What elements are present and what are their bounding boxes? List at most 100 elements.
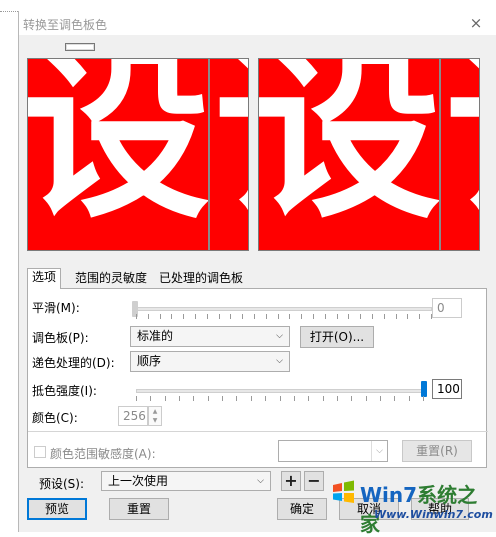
- smoothing-slider-track[interactable]: [136, 307, 432, 311]
- slider-tick: [351, 396, 352, 401]
- slider-tick: [360, 314, 361, 319]
- slider-tick: [208, 396, 209, 401]
- smoothing-label: 平滑(M):: [32, 301, 80, 315]
- slider-tick: [384, 314, 385, 319]
- slider-tick: [195, 314, 196, 319]
- dithering-selected-value: 顺序: [137, 354, 162, 368]
- dither-strength-label: 抵色强度(I):: [32, 384, 97, 398]
- dither-strength-slider-thumb[interactable]: [421, 381, 427, 397]
- titlebar: 转换至调色板色 ×: [19, 11, 496, 35]
- options-panel: 平滑(M): 0 调色板(P): 标准的 ⌵ 打开(O)... 递色处理的(D)…: [27, 288, 488, 468]
- slider-tick: [171, 314, 172, 319]
- slider-tick: [160, 314, 161, 319]
- smoothing-slider-ticks: [136, 314, 432, 320]
- slider-tick: [278, 314, 279, 319]
- preview-glyph-partial: 记: [214, 59, 248, 229]
- slider-tick: [323, 396, 324, 401]
- tab-strip: 选项 范围的灵敏度 已处理的调色板: [27, 268, 487, 289]
- slider-tick: [242, 314, 243, 319]
- close-icon[interactable]: ×: [467, 14, 485, 32]
- slider-tick: [419, 314, 420, 319]
- preview-glyph: 设: [27, 58, 210, 244]
- slider-tick: [348, 314, 349, 319]
- palette-selected-value: 标准的: [137, 329, 174, 343]
- slider-tick: [325, 314, 326, 319]
- slider-tick: [308, 396, 309, 401]
- reset-button[interactable]: 重置: [109, 498, 169, 520]
- colors-value-field[interactable]: 256: [118, 406, 148, 426]
- slider-tick: [183, 314, 184, 319]
- slider-tick: [179, 396, 180, 401]
- remove-preset-button[interactable]: −: [304, 471, 324, 491]
- preview-original[interactable]: 设 记: [27, 58, 249, 251]
- slider-tick: [222, 396, 223, 401]
- add-preset-button[interactable]: +: [281, 471, 301, 491]
- slider-tick: [148, 314, 149, 319]
- preview-button[interactable]: 预览: [27, 498, 87, 520]
- preset-label: 预设(S):: [39, 477, 85, 491]
- slider-tick: [407, 314, 408, 319]
- tab-range-sensitivity[interactable]: 范围的灵敏度: [71, 270, 151, 288]
- slider-tick: [254, 314, 255, 319]
- color-range-reset-button[interactable]: 重置(R): [402, 440, 472, 462]
- slider-tick: [423, 396, 424, 401]
- slider-tick: [366, 396, 367, 401]
- preview-divider: [439, 59, 441, 250]
- preset-select[interactable]: 上一次使用 ⌵: [101, 471, 271, 491]
- dithering-label: 递色处理的(D):: [32, 356, 115, 370]
- dither-strength-slider-ticks: [136, 396, 424, 402]
- slider-tick: [136, 396, 137, 401]
- color-range-swatch[interactable]: ⌵: [278, 440, 388, 462]
- preset-selected-value: 上一次使用: [108, 474, 169, 488]
- preview-result[interactable]: 设 记: [258, 58, 480, 251]
- slider-tick: [165, 396, 166, 401]
- options-separator: [28, 431, 488, 432]
- palette-select[interactable]: 标准的 ⌵: [130, 326, 290, 347]
- smoothing-value-field[interactable]: 0: [432, 298, 462, 318]
- slider-tick: [251, 396, 252, 401]
- tab-options[interactable]: 选项: [27, 268, 62, 289]
- slider-tick: [337, 396, 338, 401]
- tab-processed-palette[interactable]: 已处理的调色板: [155, 270, 247, 288]
- open-palette-button[interactable]: 打开(O)...: [300, 326, 374, 348]
- preview-pan-handle[interactable]: [65, 43, 95, 51]
- slider-tick: [230, 314, 231, 319]
- slider-tick: [266, 314, 267, 319]
- slider-tick: [136, 314, 137, 319]
- slider-tick: [193, 396, 194, 401]
- color-range-checkbox[interactable]: [34, 446, 46, 458]
- slider-tick: [265, 396, 266, 401]
- palette-label: 调色板(P):: [32, 331, 89, 345]
- slider-tick: [150, 396, 151, 401]
- slider-tick: [294, 396, 295, 401]
- preview-glyph-partial: 记: [445, 59, 479, 229]
- chevron-down-icon: ⌵: [371, 441, 387, 461]
- slider-tick: [396, 314, 397, 319]
- dither-strength-slider-track[interactable]: [136, 389, 426, 393]
- colors-spinner[interactable]: ▲ ▼: [148, 406, 162, 426]
- chevron-down-icon: ⌵: [257, 476, 264, 486]
- slider-tick: [280, 396, 281, 401]
- chevron-down-icon: ⌵: [276, 331, 283, 341]
- dialog-title: 转换至调色板色: [23, 18, 108, 32]
- colors-label: 颜色(C):: [32, 411, 78, 425]
- slider-tick: [236, 396, 237, 401]
- slider-tick: [313, 314, 314, 319]
- slider-tick: [394, 396, 395, 401]
- convert-palette-dialog: 转换至调色板色 × 设 记 设 记 选项 范围的灵敏度 已处理的调色板 平滑(M…: [18, 11, 496, 532]
- ok-button[interactable]: 确定: [277, 498, 327, 520]
- chevron-down-icon: ⌵: [276, 356, 283, 366]
- slider-tick: [337, 314, 338, 319]
- dither-strength-value-field[interactable]: 100: [432, 379, 462, 399]
- slider-tick: [207, 314, 208, 319]
- slider-tick: [301, 314, 302, 319]
- preview-divider: [208, 59, 210, 250]
- slider-tick: [219, 314, 220, 319]
- color-range-label: 颜色范围敏感度(A):: [50, 447, 156, 461]
- slider-tick: [289, 314, 290, 319]
- slider-tick: [409, 396, 410, 401]
- preview-glyph: 设: [258, 58, 441, 244]
- cancel-button[interactable]: 取消: [339, 498, 399, 520]
- help-button[interactable]: 帮助: [411, 498, 469, 520]
- dithering-select[interactable]: 顺序 ⌵: [130, 351, 290, 372]
